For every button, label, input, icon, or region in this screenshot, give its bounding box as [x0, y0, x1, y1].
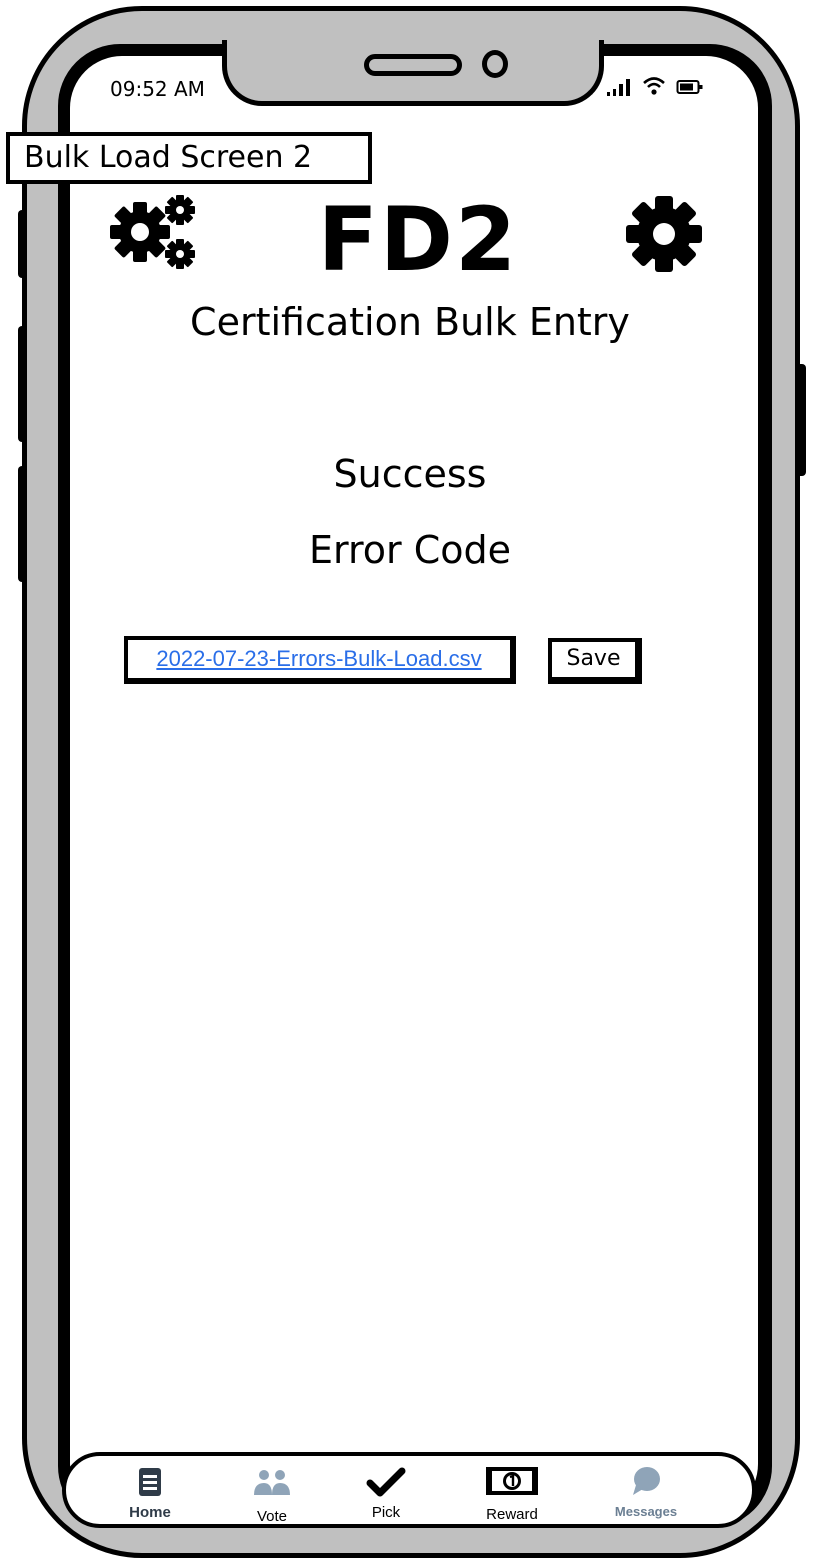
checkmark-icon	[366, 1467, 406, 1502]
nav-label-home: Home	[129, 1504, 171, 1521]
banknote-icon	[484, 1465, 540, 1502]
status-icons	[606, 76, 704, 101]
file-link-box: 2022-07-23-Errors-Bulk-Load.csv	[124, 636, 516, 684]
error-file-link[interactable]: 2022-07-23-Errors-Bulk-Load.csv	[156, 646, 481, 672]
app-title: FD2	[317, 188, 519, 291]
nav-label-messages: Messages	[614, 1504, 678, 1519]
chat-bubble-icon	[630, 1465, 662, 1502]
nav-item-messages[interactable]: Messages	[596, 1456, 696, 1528]
front-camera	[482, 50, 508, 78]
screen-label: Bulk Load Screen 2	[6, 132, 372, 184]
signal-icon	[606, 78, 632, 101]
nav-label-reward: Reward	[486, 1506, 538, 1523]
bottom-nav: Home Vote Pick Reward Messages	[62, 1452, 756, 1528]
nav-item-vote[interactable]: Vote	[222, 1456, 322, 1528]
nav-label-vote: Vote	[256, 1508, 288, 1525]
phone-mockup: 09:52 AM Bulk Load Screen 2 FD2 Certific…	[0, 0, 814, 1564]
wifi-icon	[642, 76, 666, 101]
nav-label-pick: Pick	[371, 1504, 401, 1521]
nav-item-home[interactable]: Home	[100, 1456, 200, 1528]
status-time: 09:52 AM	[110, 77, 205, 101]
error-code-text: Error Code	[309, 528, 511, 572]
nav-item-reward[interactable]: Reward	[462, 1456, 562, 1528]
people-icon	[252, 1467, 292, 1502]
success-text: Success	[333, 452, 487, 496]
home-icon	[138, 1467, 162, 1502]
speaker	[364, 54, 462, 76]
nav-item-pick[interactable]: Pick	[336, 1456, 436, 1528]
gears-icon[interactable]	[108, 192, 200, 281]
gear-icon[interactable]	[624, 194, 704, 279]
save-button[interactable]: Save	[548, 638, 642, 684]
battery-icon	[676, 78, 704, 101]
page-subtitle: Certification Bulk Entry	[190, 300, 630, 344]
